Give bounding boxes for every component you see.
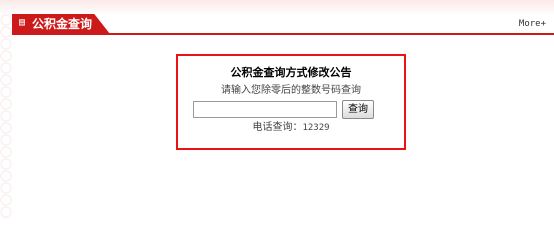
phone-line: 电话查询：12329 (176, 121, 406, 135)
notice-hint: 请输入您除零后的整数号码查询 (221, 85, 361, 96)
more-link[interactable]: More+ (519, 18, 546, 30)
number-input[interactable] (193, 101, 337, 118)
notice-title: 公积金查询方式修改公告 (230, 66, 352, 79)
query-button[interactable]: 查询 (342, 100, 374, 119)
left-decoration (0, 14, 12, 219)
panel-title: 公积金查询 (32, 17, 93, 31)
document-icon: ▤ (19, 17, 26, 28)
phone-number: 12329 (302, 123, 330, 133)
phone-label: 电话查询： (252, 122, 303, 133)
